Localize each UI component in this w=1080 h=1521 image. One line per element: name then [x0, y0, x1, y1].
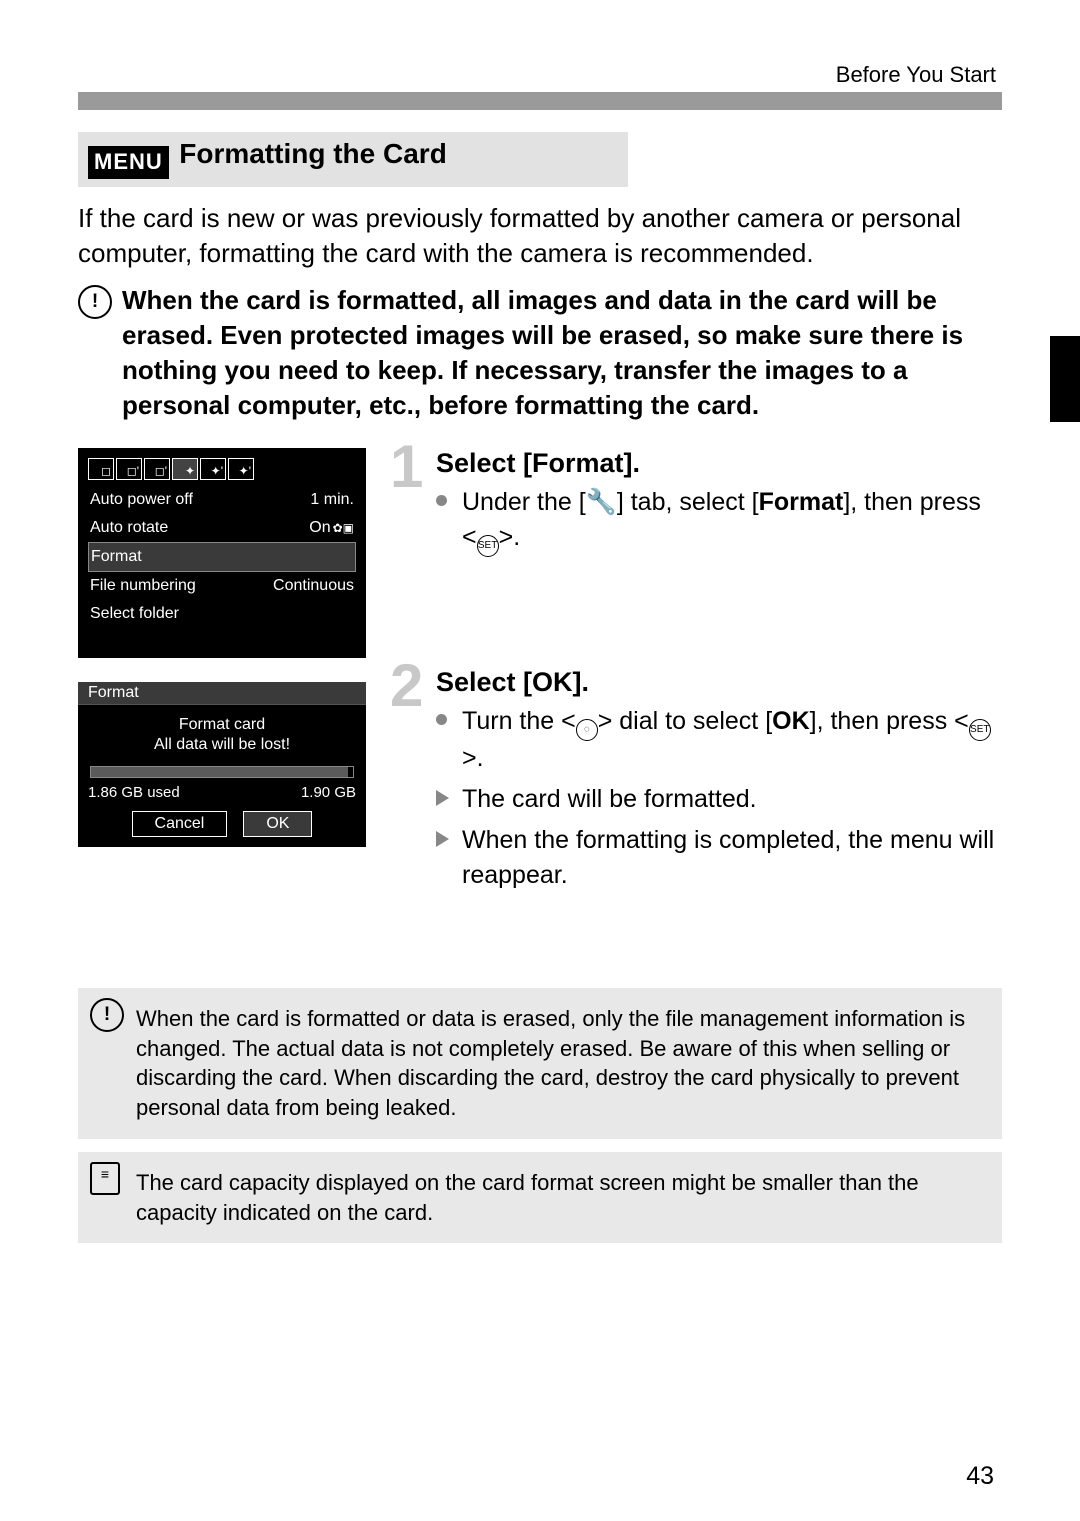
menu-row: Auto power off 1 min. [88, 486, 356, 514]
total-label: 1.90 GB [301, 784, 356, 801]
step-number: 1 [390, 432, 423, 501]
menu-icon: MENU [88, 146, 169, 179]
bullet-dot-icon [436, 495, 447, 506]
menu-row-label: File numbering [90, 577, 196, 595]
menu-row-value: Continuous [273, 577, 354, 595]
capacity-row: 1.86 GB used 1.90 GB [88, 784, 356, 801]
step-title: Select [Format]. [436, 448, 1002, 479]
ok-button: OK [243, 811, 312, 837]
step-bullet: The card will be formatted. [436, 782, 1002, 817]
step-bullet: Turn the <◌> dial to select [OK], then p… [436, 704, 1002, 776]
menu-row-selected: Format [88, 542, 356, 572]
running-header: Before You Start [836, 62, 996, 88]
page-number: 43 [966, 1462, 994, 1491]
menu-tab-selected: ✦ [172, 458, 198, 480]
triangle-bullet-icon [436, 831, 449, 847]
menu-row-label: Format [91, 548, 142, 566]
menu-row: Auto rotate On✿▣ [88, 514, 356, 542]
warning-text: When the card is formatted, all images a… [122, 283, 1002, 423]
menu-row-label: Auto rotate [90, 519, 168, 537]
dialog-title: Format [78, 682, 366, 705]
intro-paragraph: If the card is new or was previously for… [78, 201, 1002, 271]
step-2: 2 Select [OK]. Turn the <◌> dial to sele… [390, 667, 1002, 893]
caution-icon: ! [90, 998, 124, 1032]
menu-tab: ◻' [116, 458, 142, 480]
used-label: 1.86 GB used [88, 784, 180, 801]
set-button-icon: SET [477, 535, 499, 557]
usage-bar [90, 766, 354, 778]
info-icon: ≡ [90, 1162, 120, 1195]
menu-tab: ◻ [88, 458, 114, 480]
triangle-bullet-icon [436, 790, 449, 806]
menu-row-label: Select folder [90, 605, 179, 623]
caution-note: ! When the card is formatted or data is … [78, 988, 1002, 1139]
dial-icon: ◌ [576, 719, 598, 741]
step-number: 2 [390, 651, 423, 720]
dialog-message: Format card All data will be lost! [88, 715, 356, 757]
step-title: Select [OK]. [436, 667, 1002, 698]
menu-row-value: On✿▣ [309, 519, 354, 537]
menu-screenshot-2: Format Format card All data will be lost… [78, 682, 366, 848]
step-bullet: When the formatting is completed, the me… [436, 823, 1002, 893]
thumb-index-tab [1050, 336, 1080, 422]
info-note: ≡ The card capacity displayed on the car… [78, 1152, 1002, 1243]
menu-row-label: Auto power off [90, 491, 193, 509]
menu-tab: ✦' [228, 458, 254, 480]
menu-row: Select folder [88, 600, 356, 628]
menu-tab: ✦' [200, 458, 226, 480]
step-bullet: Under the [🔧] tab, select [Format], then… [436, 485, 1002, 557]
step-1: 1 Select [Format]. Under the [🔧] tab, se… [390, 448, 1002, 557]
section-heading: MENU Formatting the Card [78, 132, 628, 187]
section-title-text: Formatting the Card [179, 138, 447, 169]
set-button-icon: SET [969, 719, 991, 741]
warning-icon: ! [78, 285, 112, 319]
cancel-button: Cancel [132, 811, 228, 837]
bullet-dot-icon [436, 714, 447, 725]
header-rule [78, 92, 1002, 110]
warning-block: ! When the card is formatted, all images… [78, 283, 1002, 423]
menu-tab: ◻' [144, 458, 170, 480]
wrench-icon: 🔧 [586, 488, 617, 516]
menu-row-value: 1 min. [310, 491, 354, 509]
menu-row: File numbering Continuous [88, 572, 356, 600]
menu-tab-strip: ◻ ◻' ◻' ✦ ✦' ✦' [88, 458, 356, 480]
menu-screenshot-1: ◻ ◻' ◻' ✦ ✦' ✦' Auto power off 1 min. Au… [78, 448, 366, 658]
